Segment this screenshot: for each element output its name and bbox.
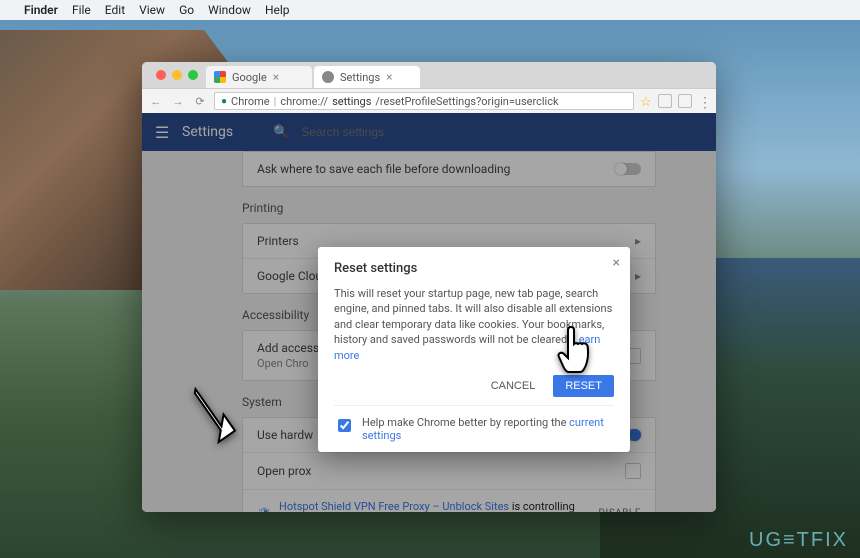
maximize-icon[interactable] bbox=[188, 70, 198, 80]
macos-menubar: Finder File Edit View Go Window Help bbox=[0, 0, 860, 20]
minimize-icon[interactable] bbox=[172, 70, 182, 80]
toolbar-icons: ☆ ⋮ bbox=[640, 94, 710, 108]
menubar-app[interactable]: Finder bbox=[24, 3, 58, 17]
url-rest: /resetProfileSettings?origin=userclick bbox=[375, 95, 558, 108]
cancel-button[interactable]: CANCEL bbox=[479, 375, 548, 397]
help-improve-row: Help make Chrome better by reporting the… bbox=[334, 405, 614, 442]
tab-bar: Google × Settings × bbox=[142, 62, 716, 88]
help-text: Help make Chrome better by reporting the bbox=[362, 416, 569, 429]
address-bar: ← → ⟳ ● Chrome | chrome://settings/reset… bbox=[142, 88, 716, 113]
menu-help[interactable]: Help bbox=[265, 3, 290, 17]
help-checkbox[interactable] bbox=[338, 419, 351, 432]
close-icon[interactable]: × bbox=[613, 255, 620, 271]
extension-icon[interactable] bbox=[658, 94, 672, 108]
back-icon[interactable]: ← bbox=[148, 95, 164, 108]
scheme-chip: ● bbox=[221, 96, 227, 107]
desktop: Finder File Edit View Go Window Help Goo… bbox=[0, 0, 860, 558]
reload-icon[interactable]: ⟳ bbox=[192, 95, 208, 108]
star-icon[interactable]: ☆ bbox=[640, 95, 652, 107]
gear-favicon-icon bbox=[322, 71, 334, 83]
google-favicon-icon bbox=[214, 71, 226, 83]
window-controls bbox=[148, 62, 206, 88]
forward-icon[interactable]: → bbox=[170, 95, 186, 108]
url-field[interactable]: ● Chrome | chrome://settings/resetProfil… bbox=[214, 92, 634, 110]
menu-edit[interactable]: Edit bbox=[105, 3, 125, 17]
menu-window[interactable]: Window bbox=[208, 3, 251, 17]
menu-view[interactable]: View bbox=[139, 3, 165, 17]
url-host: chrome:// bbox=[280, 95, 328, 108]
tab-close-icon[interactable]: × bbox=[386, 71, 392, 83]
tab-label: Google bbox=[232, 71, 267, 84]
annotation-arrow-icon bbox=[185, 387, 245, 450]
pointer-cursor-overlay bbox=[557, 325, 601, 380]
menu-go[interactable]: Go bbox=[179, 3, 194, 17]
menu-icon[interactable]: ⋮ bbox=[698, 95, 710, 107]
tab-google[interactable]: Google × bbox=[206, 66, 312, 88]
extension-icon[interactable] bbox=[678, 94, 692, 108]
menu-file[interactable]: File bbox=[72, 3, 91, 17]
close-icon[interactable] bbox=[156, 70, 166, 80]
tab-settings[interactable]: Settings × bbox=[314, 66, 420, 88]
tab-close-icon[interactable]: × bbox=[273, 71, 279, 83]
tab-label: Settings bbox=[340, 71, 380, 84]
url-prefix: Chrome bbox=[231, 95, 270, 108]
watermark: UG≡TFIX bbox=[749, 529, 848, 552]
dialog-title: Reset settings bbox=[334, 261, 614, 276]
url-bold: settings bbox=[332, 95, 371, 108]
